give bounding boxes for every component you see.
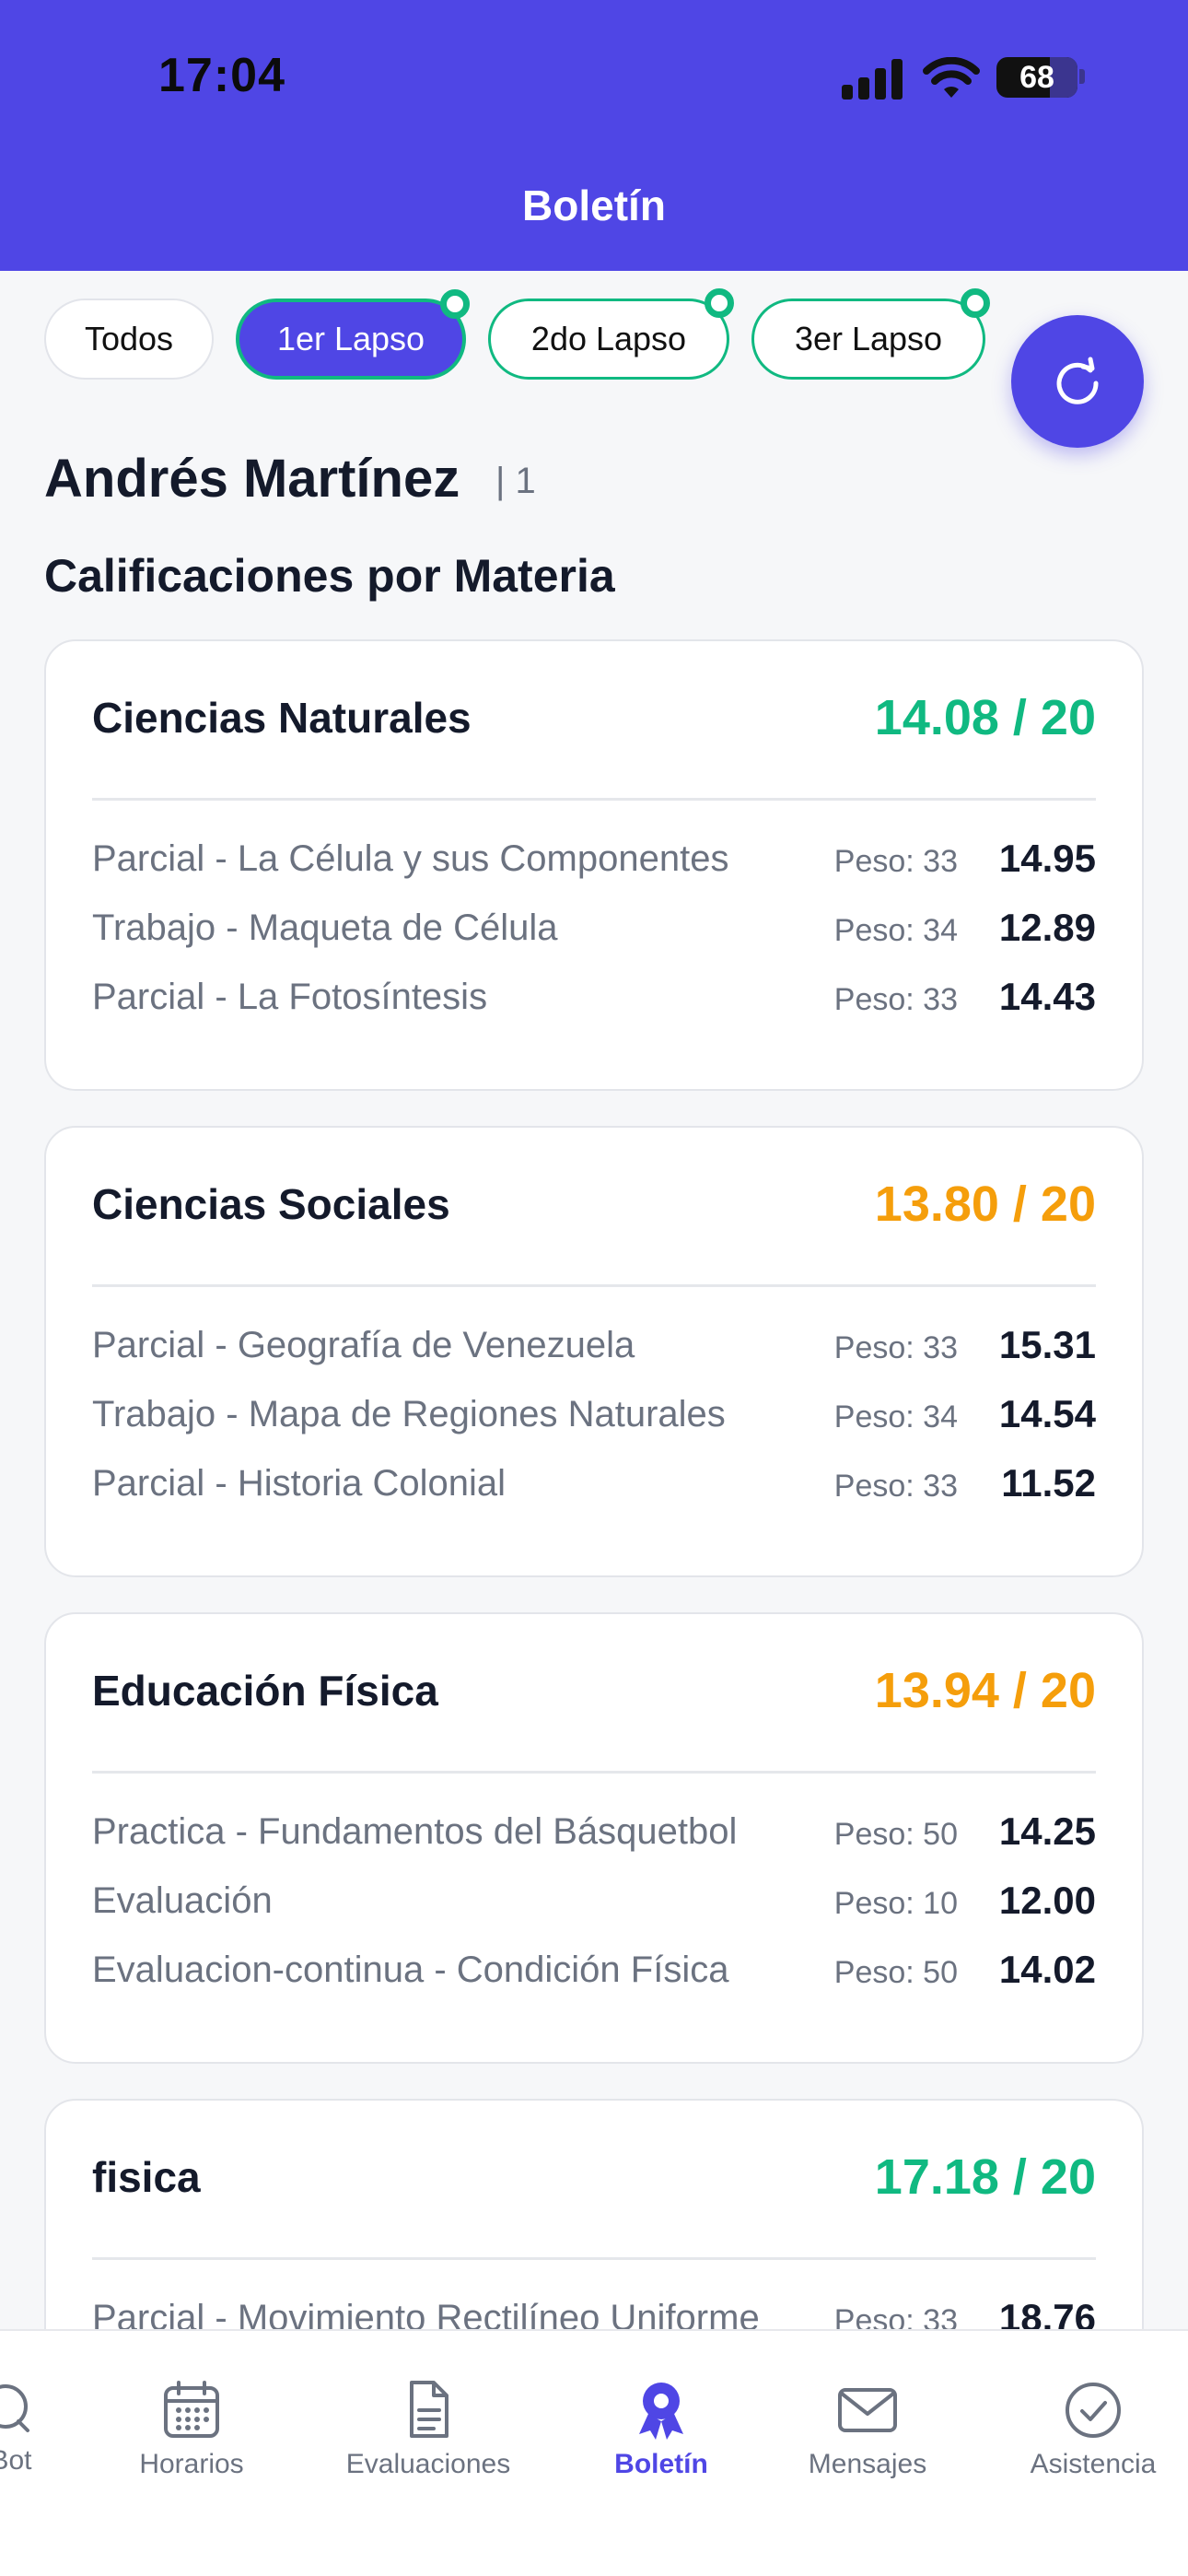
filter-todos[interactable]: Todos	[44, 299, 214, 380]
subject-average: 13.80 / 20	[874, 1177, 1096, 1232]
subject-average: 13.94 / 20	[874, 1663, 1096, 1718]
page-title: Boletín	[522, 181, 666, 229]
filter-indicator-dot	[961, 288, 990, 318]
evaluation-weight: Peso: 33	[833, 982, 958, 1017]
grade-row: Trabajo - Maqueta de Célula Peso: 34 12.…	[92, 902, 1096, 961]
evaluation-grade: 14.95	[998, 837, 1096, 880]
evaluation-name: Parcial - Historia Colonial	[92, 1463, 507, 1504]
subject-card[interactable]: Ciencias Sociales 13.80 / 20 Parcial - G…	[44, 1126, 1144, 1577]
check-circle-icon	[1066, 2383, 1121, 2438]
subject-card[interactable]: Ciencias Naturales 14.08 / 20 Parcial - …	[44, 639, 1144, 1091]
battery-icon: 68	[996, 57, 1077, 98]
subject-name: fisica	[92, 2153, 201, 2201]
battery-level: 68	[1019, 60, 1054, 95]
evaluation-name: Parcial - La Fotosíntesis	[92, 977, 488, 1017]
filter-indicator-dot	[440, 289, 470, 319]
nav-item-asistencia[interactable]: Asistencia	[1015, 2379, 1171, 2480]
evaluation-grade: 15.31	[998, 1323, 1096, 1366]
subject-name: Ciencias Naturales	[92, 694, 472, 742]
evaluation-name: Practica - Fundamentos del Básquetbol	[92, 1811, 738, 1852]
filter-label: 2do Lapso	[530, 320, 687, 357]
mail-icon	[838, 2388, 897, 2432]
subject-average: 14.08 / 20	[874, 690, 1096, 745]
evaluation-weight: Peso: 34	[833, 913, 958, 948]
nav-label: Asistencia	[1030, 2449, 1157, 2479]
grade-row: Trabajo - Mapa de Regiones Naturales Pes…	[92, 1388, 1096, 1447]
evaluation-grade: 12.89	[998, 906, 1096, 949]
divider	[92, 1771, 1096, 1774]
evaluation-grade: 14.43	[998, 975, 1096, 1018]
subject-average: 17.18 / 20	[874, 2149, 1096, 2205]
student-meta: | 1	[495, 461, 536, 501]
evaluation-grade: 12.00	[998, 1879, 1096, 1922]
subject-name: Educación Física	[92, 1667, 438, 1715]
filter-label: 3er Lapso	[794, 320, 943, 357]
filter-label: Todos	[84, 320, 174, 357]
nav-label: Bot	[0, 2445, 32, 2476]
filter-1er-lapso[interactable]: 1er Lapso	[236, 289, 470, 380]
evaluation-grade: 14.54	[998, 1392, 1096, 1435]
nav-label: Boletín	[614, 2449, 708, 2479]
wifi-icon	[923, 57, 980, 98]
nav-item-horarios[interactable]: Horarios	[118, 2379, 265, 2480]
filter-2do-lapso[interactable]: 2do Lapso	[488, 288, 734, 380]
grade-row: Parcial - Historia Colonial Peso: 33 11.…	[92, 1458, 1096, 1516]
evaluation-weight: Peso: 33	[833, 844, 958, 879]
filter-indicator-dot	[705, 288, 734, 318]
subject-card[interactable]: Educación Física 13.94 / 20 Practica - F…	[44, 1612, 1144, 2064]
evaluation-weight: Peso: 10	[833, 1886, 958, 1921]
nav-label: Mensajes	[808, 2449, 927, 2479]
evaluation-grade: 11.52	[1001, 1461, 1096, 1505]
evaluation-name: Trabajo - Mapa de Regiones Naturales	[92, 1394, 726, 1434]
evaluation-weight: Peso: 34	[833, 1399, 958, 1434]
divider	[92, 1284, 1096, 1287]
evaluation-name: Trabajo - Maqueta de Célula	[92, 907, 558, 948]
nav-label: Horarios	[139, 2449, 244, 2479]
cellular-signal-icon	[842, 55, 904, 100]
subject-name: Ciencias Sociales	[92, 1180, 450, 1228]
calendar-icon	[164, 2381, 219, 2438]
evaluation-grade: 14.25	[998, 1809, 1096, 1853]
divider	[92, 2257, 1096, 2260]
evaluation-weight: Peso: 50	[833, 1817, 958, 1852]
grade-row: Parcial - La Fotosíntesis Peso: 33 14.43	[92, 971, 1096, 1030]
student-name: Andrés Martínez	[44, 449, 460, 509]
nav-item-mensajes[interactable]: Mensajes	[794, 2379, 941, 2480]
evaluation-weight: Peso: 33	[833, 1330, 958, 1365]
evaluation-name: Parcial - La Célula y sus Componentes	[92, 838, 729, 879]
app-header: 17:04 68 Boletín	[0, 0, 1188, 271]
evaluation-name: Parcial - Geografía de Venezuela	[92, 1325, 635, 1365]
status-icons: 68	[842, 55, 1085, 101]
grade-row: Parcial - Geografía de Venezuela Peso: 3…	[92, 1319, 1096, 1378]
divider	[92, 798, 1096, 801]
evaluation-name: Evaluacion-continua - Condición Física	[92, 1950, 729, 1990]
evaluation-weight: Peso: 50	[833, 1955, 958, 1990]
nav-label: Evaluaciones	[345, 2449, 511, 2479]
bottom-navigation: Bot Horarios Evaluaciones	[0, 2329, 1188, 2576]
chat-bot-icon	[0, 2384, 29, 2432]
evaluation-weight: Peso: 33	[833, 1469, 958, 1504]
document-icon	[410, 2381, 448, 2438]
grade-row: Practica - Fundamentos del Básquetbol Pe…	[92, 1806, 1096, 1865]
evaluation-name: Evaluación	[92, 1880, 273, 1921]
evaluation-grade: 14.02	[998, 1948, 1096, 1991]
grade-row: Parcial - La Célula y sus Componentes Pe…	[92, 833, 1096, 892]
nav-item-boletin[interactable]: Boletín	[597, 2379, 726, 2480]
filter-3er-lapso[interactable]: 3er Lapso	[751, 288, 990, 380]
refresh-button[interactable]	[1011, 315, 1144, 448]
nav-item-evaluaciones[interactable]: Evaluaciones	[333, 2379, 523, 2480]
nav-item-bot[interactable]: Bot	[0, 2379, 59, 2476]
grade-row: Evaluación Peso: 10 12.00	[92, 1875, 1096, 1934]
award-icon	[639, 2383, 683, 2440]
refresh-icon	[1056, 357, 1099, 404]
filter-label: 1er Lapso	[276, 320, 425, 357]
section-title: Calificaciones por Materia	[44, 550, 615, 602]
status-time: 17:04	[158, 49, 285, 102]
grade-row: Evaluacion-continua - Condición Física P…	[92, 1944, 1096, 2003]
